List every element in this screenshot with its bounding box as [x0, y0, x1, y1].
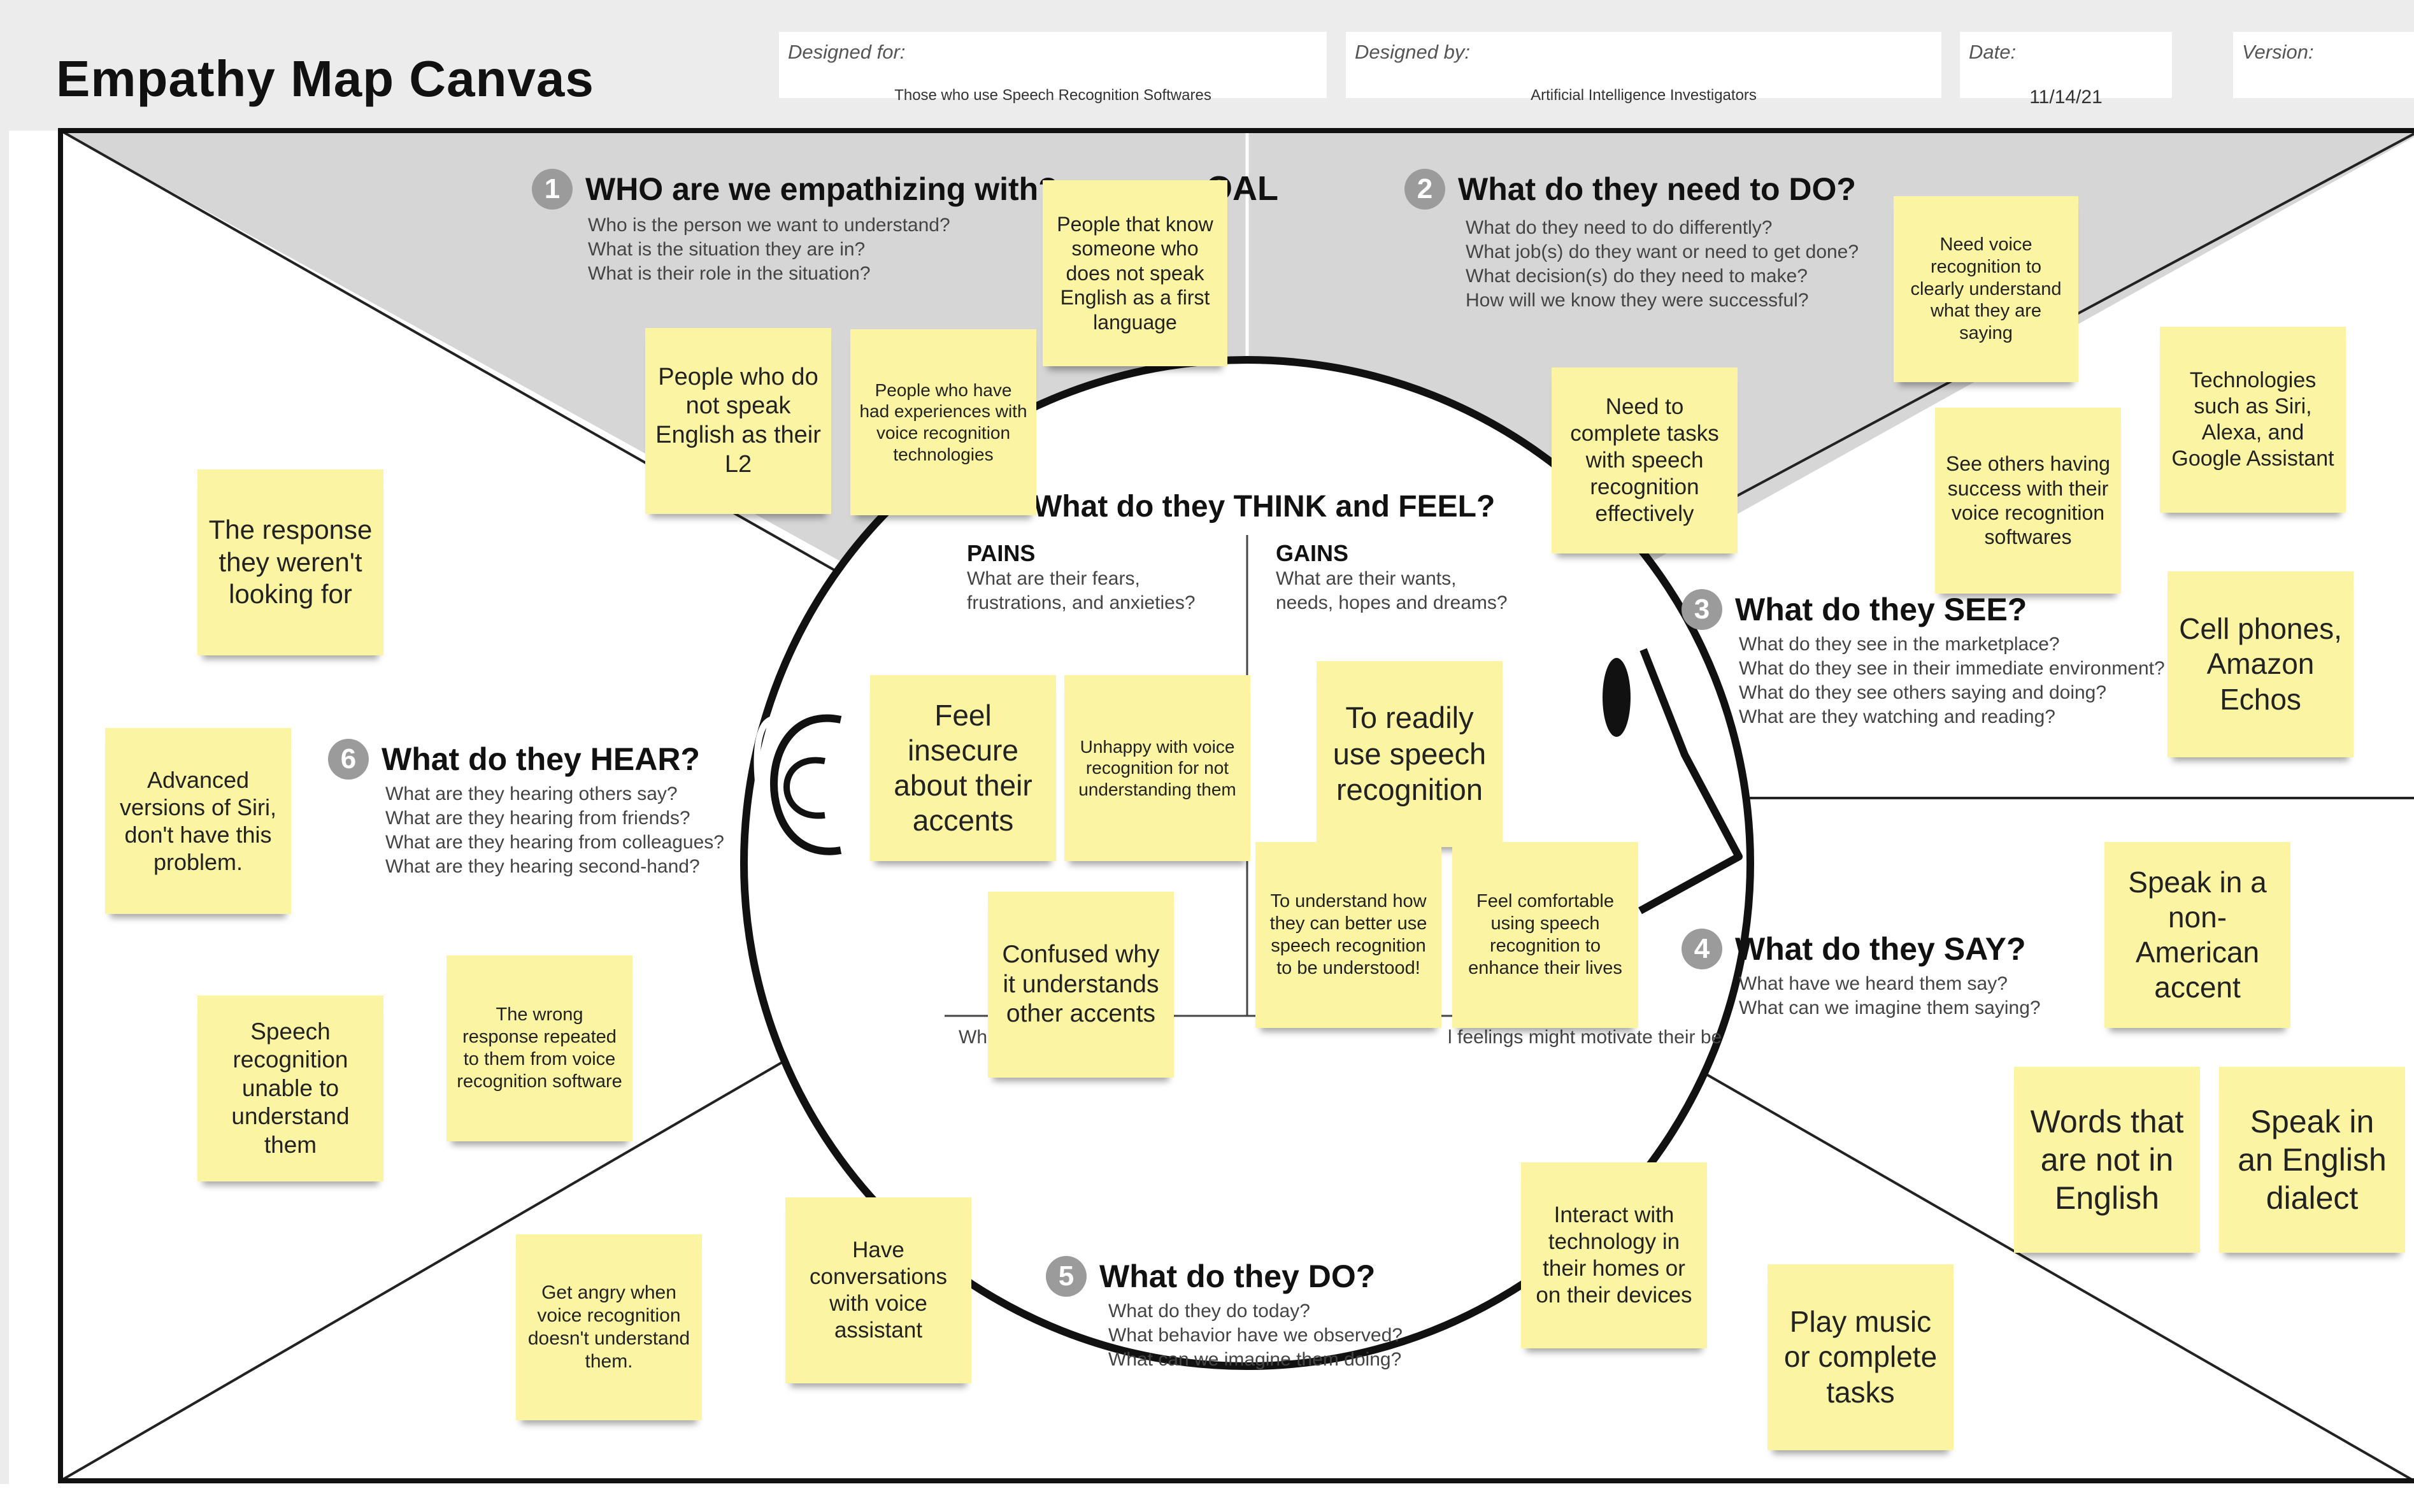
- date-value: 11/14/21: [2029, 87, 2103, 108]
- sticky-note[interactable]: The wrong response repeated to them from…: [446, 955, 632, 1141]
- version-field[interactable]: Version:: [2233, 32, 2414, 98]
- question: What do they see in the marketplace?: [1739, 634, 2060, 655]
- designed-by-label: Designed by:: [1355, 41, 1470, 63]
- section-number-5: 5: [1046, 1256, 1087, 1297]
- think-feel-footer-right: l feelings might motivate their be: [1448, 1027, 1722, 1048]
- gains-title: GAINS: [1276, 540, 1349, 566]
- date-label: Date:: [1969, 41, 2017, 63]
- date-field[interactable]: Date: 11/14/21: [1960, 32, 2172, 108]
- sticky-note[interactable]: Need voice recognition to clearly unders…: [1894, 196, 2078, 382]
- question: What are they watching and reading?: [1739, 706, 2055, 727]
- question: What are they hearing others say?: [385, 783, 678, 804]
- sticky-note[interactable]: To readily use speech recognition: [1317, 661, 1503, 847]
- question: What can we imagine them doing?: [1108, 1349, 1402, 1370]
- question: What behavior have we observed?: [1108, 1325, 1403, 1346]
- left-margin: [0, 0, 9, 1484]
- section-title-need-to-do: What do they need to DO?: [1458, 171, 1856, 207]
- pains-desc: What are their fears,: [967, 568, 1140, 589]
- gains-desc: What are their wants,: [1276, 568, 1457, 589]
- gains-desc: needs, hopes and dreams?: [1276, 592, 1508, 613]
- section-title-do: What do they DO?: [1099, 1259, 1376, 1294]
- sticky-note[interactable]: Feel insecure about their accents: [870, 675, 1056, 861]
- head-eye: [1603, 658, 1631, 737]
- sticky-note[interactable]: Have conversations with voice assistant: [785, 1197, 971, 1383]
- version-label: Version:: [2242, 41, 2314, 63]
- section-number-3: 3: [1682, 589, 1722, 630]
- gains-block: GAINS What are their wants, needs, hopes…: [1276, 540, 1508, 615]
- pains-title: PAINS: [967, 540, 1036, 566]
- question: What is the situation they are in?: [588, 239, 866, 260]
- section-number-1: 1: [532, 169, 573, 210]
- sticky-note[interactable]: Technologies such as Siri, Alexa, and Go…: [2160, 327, 2346, 513]
- section-hear: 6 What do they HEAR? What are they heari…: [328, 739, 724, 879]
- section-title-see: What do they SEE?: [1735, 592, 2027, 627]
- section-say: 4 What do they SAY? What have we heard t…: [1682, 929, 2041, 1020]
- question: What do they see others saying and doing…: [1739, 682, 2107, 703]
- section-title-hear: What do they HEAR?: [382, 741, 700, 777]
- sticky-note[interactable]: Feel comfortable using speech recognitio…: [1452, 842, 1638, 1028]
- section-title-think-feel: What do they THINK and FEEL?: [1033, 490, 1496, 524]
- question: What are they hearing from colleagues?: [385, 832, 724, 853]
- question: What have we heard them say?: [1739, 973, 2008, 994]
- sticky-note[interactable]: People that know someone who does not sp…: [1043, 180, 1227, 366]
- sticky-note[interactable]: Get angry when voice recognition doesn't…: [516, 1234, 702, 1420]
- sticky-note[interactable]: Need to complete tasks with speech recog…: [1552, 367, 1738, 553]
- sticky-note[interactable]: Words that are not in English: [2014, 1067, 2200, 1253]
- designed-for-value: Those who use Speech Recognition Softwar…: [894, 87, 1211, 104]
- question: What are they hearing from friends?: [385, 808, 690, 829]
- section-see: 3 What do they SEE? What do they see in …: [1682, 589, 2165, 729]
- designed-by-value: Artificial Intelligence Investigators: [1531, 87, 1757, 104]
- question: What can we imagine them saying?: [1739, 997, 2041, 1018]
- designed-by-field[interactable]: Designed by: Artificial Intelligence Inv…: [1346, 32, 1941, 104]
- sticky-note[interactable]: Speak in a non-American accent: [2104, 842, 2290, 1028]
- section-number-2: 2: [1404, 169, 1445, 210]
- sticky-note[interactable]: See others having success with their voi…: [1935, 408, 2121, 594]
- designed-for-field[interactable]: Designed for: Those who use Speech Recog…: [779, 32, 1327, 104]
- section-number-6: 6: [328, 739, 369, 780]
- sticky-note[interactable]: Advanced versions of Siri, don't have th…: [105, 728, 291, 914]
- section-number-4: 4: [1682, 929, 1722, 969]
- pains-block: PAINS What are their fears, frustrations…: [967, 540, 1196, 615]
- section-who: 1 WHO are we empathizing with? Who is th…: [532, 169, 1058, 286]
- question: What decision(s) do they need to make?: [1466, 266, 1808, 287]
- question: Who is the person we want to understand?: [588, 215, 950, 236]
- think-feel-footer-left: Wh: [959, 1027, 987, 1048]
- section-title-say: What do they SAY?: [1735, 931, 2026, 967]
- sticky-note[interactable]: Cell phones, Amazon Echos: [2168, 571, 2353, 757]
- page-title: Empathy Map Canvas: [56, 50, 594, 107]
- sticky-note[interactable]: People who have had experiences with voi…: [850, 329, 1036, 515]
- question: What do they see in their immediate envi…: [1739, 658, 2165, 679]
- sticky-note[interactable]: Speech recognition unable to understand …: [197, 995, 383, 1181]
- sticky-note[interactable]: Speak in an English dialect: [2219, 1067, 2405, 1253]
- sticky-note[interactable]: Unhappy with voice recognition for not u…: [1064, 675, 1250, 861]
- sticky-note[interactable]: The response they weren't looking for: [197, 469, 383, 655]
- section-need-to-do: 2 What do they need to DO? What do they …: [1404, 169, 1859, 313]
- sticky-note[interactable]: Confused why it understands other accent…: [988, 892, 1174, 1078]
- question: What job(s) do they want or need to get …: [1466, 241, 1859, 262]
- pains-desc: frustrations, and anxieties?: [967, 592, 1196, 613]
- sticky-note[interactable]: To understand how they can better use sp…: [1255, 842, 1441, 1028]
- question: What do they need to do differently?: [1466, 217, 1773, 238]
- question: How will we know they were successful?: [1466, 290, 1809, 311]
- section-do: 5 What do they DO? What do they do today…: [1046, 1256, 1403, 1372]
- question: What is their role in the situation?: [588, 263, 871, 284]
- section-title-who: WHO are we empathizing with?: [585, 171, 1058, 207]
- sticky-note[interactable]: Play music or complete tasks: [1768, 1264, 1953, 1450]
- sticky-note[interactable]: Interact with technology in their homes …: [1521, 1162, 1707, 1348]
- designed-for-label: Designed for:: [788, 41, 906, 63]
- question: What do they do today?: [1108, 1301, 1310, 1322]
- sticky-note[interactable]: People who do not speak English as their…: [645, 328, 831, 514]
- question: What are they hearing second-hand?: [385, 856, 700, 877]
